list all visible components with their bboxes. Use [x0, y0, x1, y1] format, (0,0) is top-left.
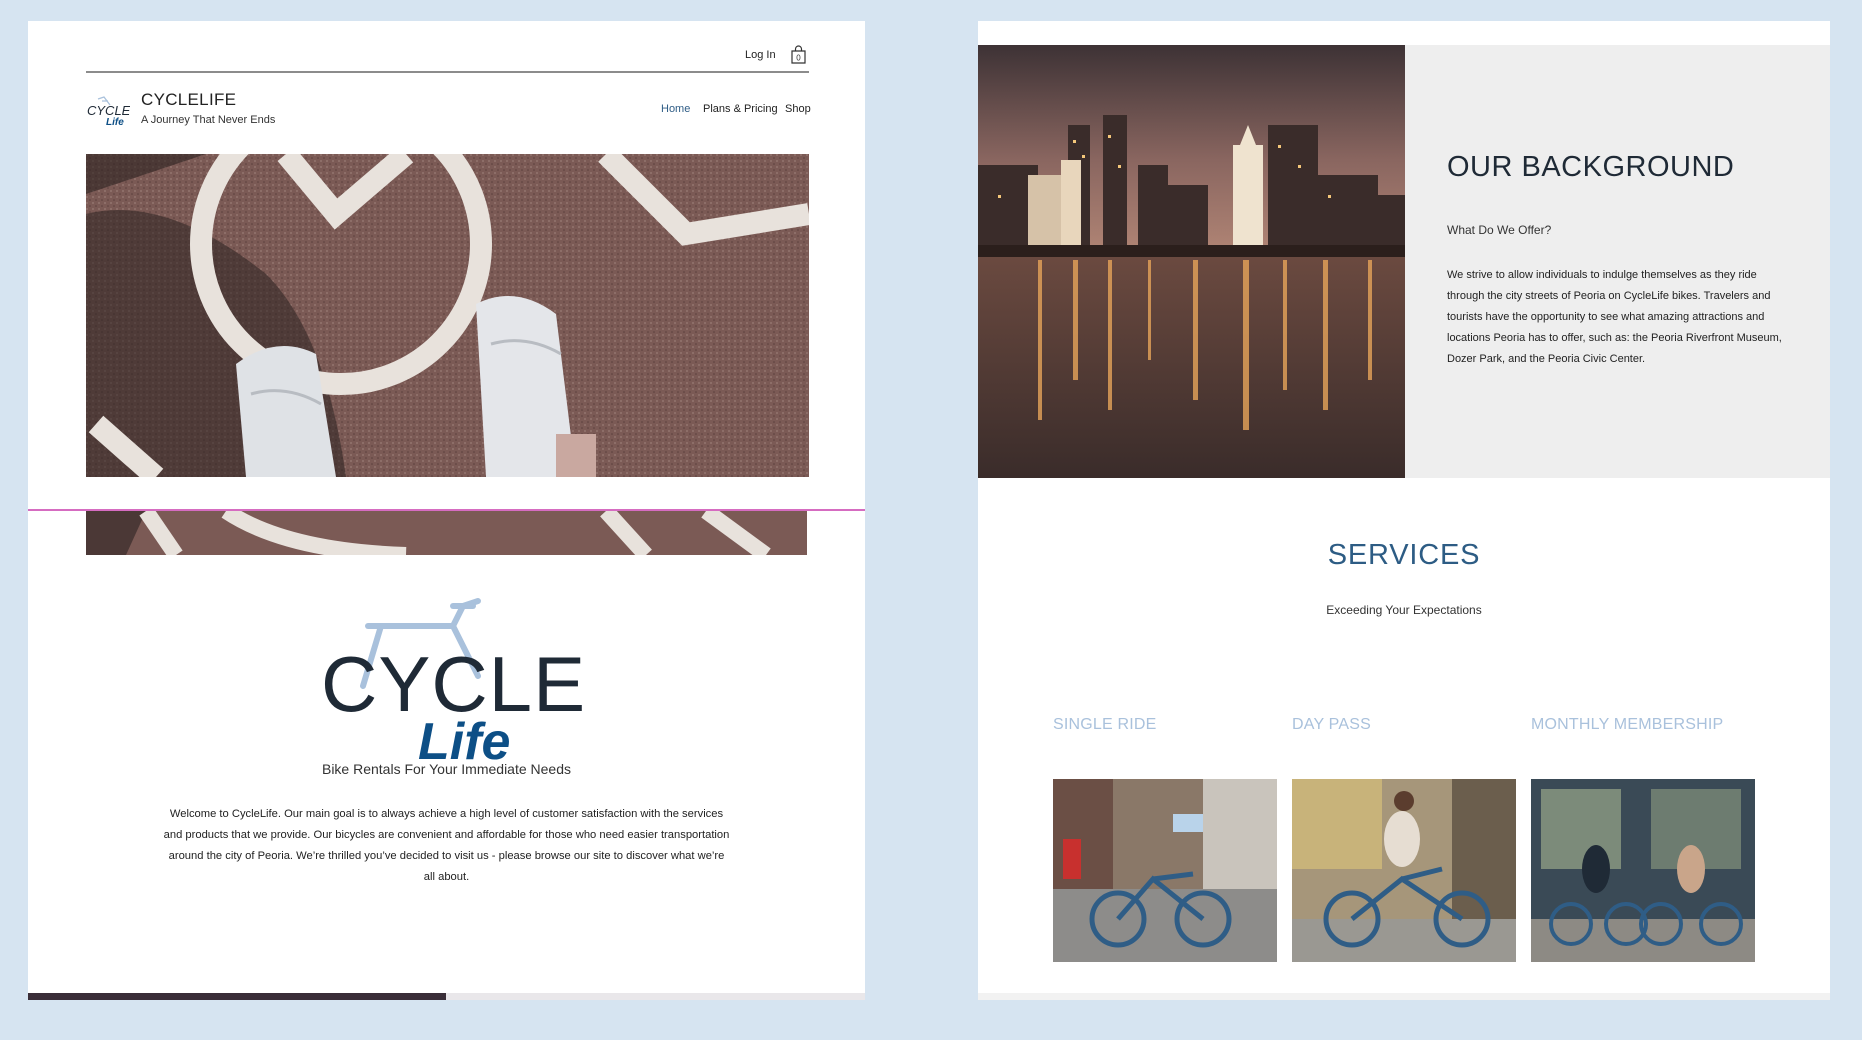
service-monthly-membership-title[interactable]: MONTHLY MEMBERSHIP: [1531, 716, 1723, 734]
service-single-ride-title[interactable]: SINGLE RIDE: [1053, 716, 1157, 734]
site-title[interactable]: CYCLELIFE: [141, 90, 236, 110]
about-panel: OUR BACKGROUND What Do We Offer? We stri…: [978, 21, 1830, 1000]
header-divider: [86, 71, 809, 73]
logo-small-cycle: CYCLE: [87, 103, 130, 118]
logo-life-text: Life: [418, 713, 510, 766]
hero-image-strip: [86, 511, 807, 555]
background-subtitle: What Do We Offer?: [1447, 223, 1552, 237]
logo-small-life: Life: [106, 117, 124, 127]
homepage-panel: Log In 0 CYCLE Life CYCLELIFE A Journey …: [28, 21, 865, 1000]
site-logo-small[interactable]: CYCLE Life: [86, 93, 131, 128]
site-tagline: A Journey That Never Ends: [141, 114, 276, 126]
panel-bottom-edge: [978, 993, 1830, 1000]
nav-plans-pricing[interactable]: Plans & Pricing: [703, 103, 778, 115]
service-monthly-membership-image[interactable]: [1531, 779, 1755, 962]
background-text-box: OUR BACKGROUND What Do We Offer? We stri…: [1405, 45, 1830, 478]
nav-home[interactable]: Home: [661, 103, 690, 115]
nav-shop[interactable]: Shop: [785, 103, 811, 115]
cyclelife-logo: CYCLE Life: [303, 576, 603, 771]
background-title: OUR BACKGROUND: [1447, 151, 1735, 183]
welcome-paragraph: Welcome to CycleLife. Our main goal is t…: [163, 808, 730, 883]
scrollbar-thumb[interactable]: [28, 993, 446, 1000]
horizontal-scrollbar[interactable]: [28, 993, 865, 1000]
cart-count: 0: [796, 54, 801, 63]
service-single-ride-image[interactable]: [1053, 779, 1277, 962]
hero-image-bike-lane: [86, 154, 809, 477]
services-subtitle: Exceeding Your Expectations: [1326, 603, 1482, 617]
peoria-skyline-image: [978, 45, 1405, 478]
service-day-pass-title[interactable]: DAY PASS: [1292, 716, 1371, 734]
service-day-pass-image[interactable]: [1292, 779, 1516, 962]
cart-icon[interactable]: 0: [789, 45, 808, 64]
background-paragraph: We strive to allow individuals to indulg…: [1447, 269, 1782, 365]
hero-subtitle: Bike Rentals For Your Immediate Needs: [321, 761, 571, 777]
login-link[interactable]: Log In: [745, 49, 776, 61]
services-title: SERVICES: [1327, 539, 1481, 571]
